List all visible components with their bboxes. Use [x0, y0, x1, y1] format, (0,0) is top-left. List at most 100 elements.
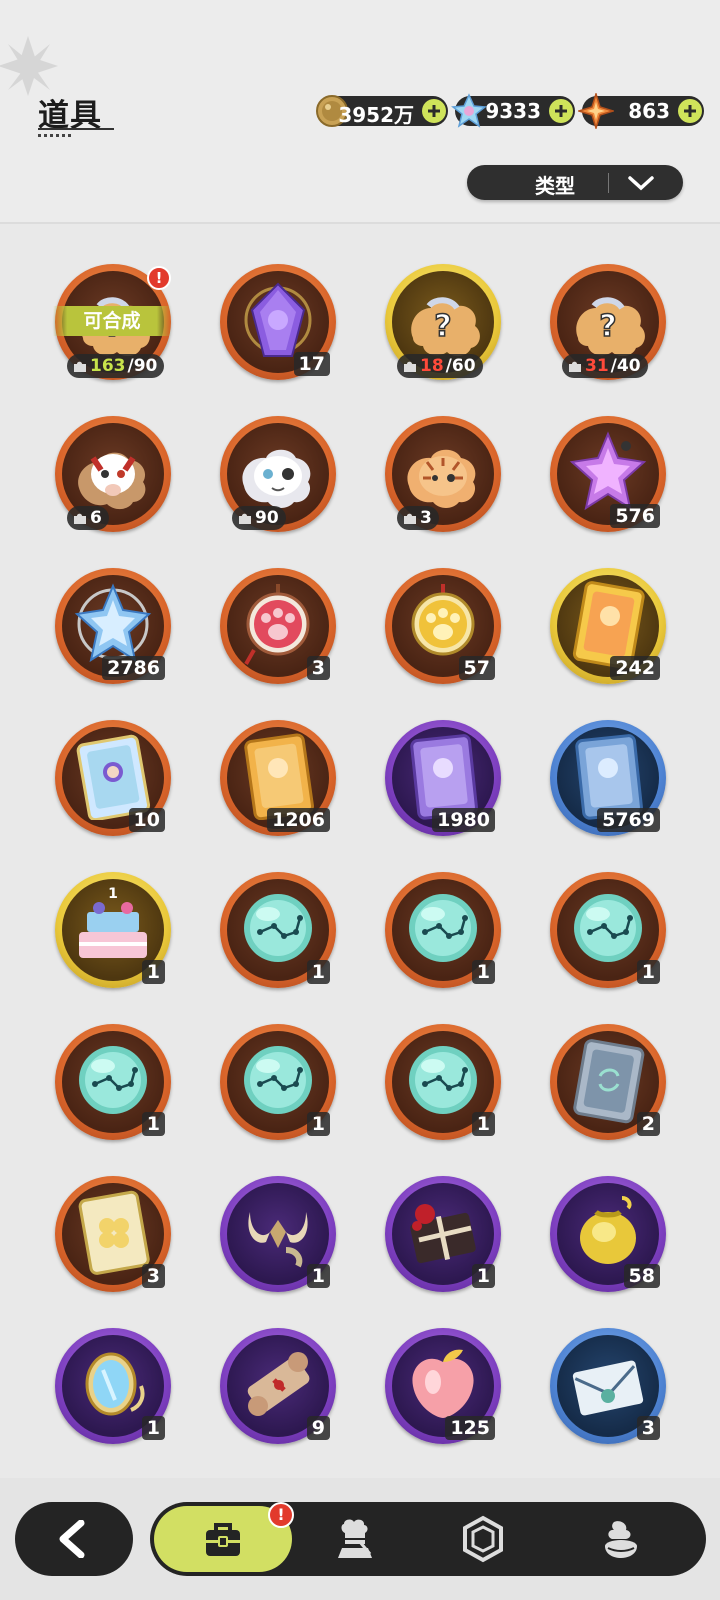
item-slot[interactable]: 1	[220, 1176, 336, 1292]
item-slot[interactable]: 576	[550, 416, 666, 532]
item-slot[interactable]: 57	[385, 568, 501, 684]
gold-character-card-icon	[572, 581, 645, 668]
mystery-puzzle-icon: ?	[411, 297, 480, 357]
tab-bar	[150, 1502, 706, 1576]
fragment-owned: 163	[90, 356, 126, 376]
item-count: 9	[306, 1416, 330, 1440]
peach-icon	[412, 1349, 474, 1418]
birthday-cake-icon: 1	[79, 886, 147, 958]
clover-card-icon	[78, 1190, 150, 1275]
sort-label: 类型	[535, 174, 575, 198]
puzzle-piece-icon	[239, 513, 251, 524]
item-slot[interactable]: 3	[55, 1176, 171, 1292]
blue-character-card-icon	[575, 734, 643, 820]
item-slot[interactable]: 10	[55, 720, 171, 836]
item-slot[interactable]: 3	[550, 1328, 666, 1444]
item-slot[interactable]: 9	[220, 1328, 336, 1444]
puzzle-piece-icon	[569, 361, 581, 372]
item-count: 1	[471, 960, 495, 984]
plus-icon	[428, 105, 440, 117]
item-count: 1	[141, 960, 165, 984]
item-count: 3	[636, 1416, 660, 1440]
fragment-required: /90	[127, 356, 158, 376]
item-slot[interactable]: 11	[55, 872, 171, 988]
svg-text:?: ?	[599, 309, 616, 344]
item-slot[interactable]: ?可合成!163/90	[53, 264, 171, 380]
constellation-orb-icon	[409, 1046, 477, 1114]
fragment-count: 3	[397, 506, 439, 530]
sort-divider	[608, 173, 609, 193]
item-count: 1980	[432, 808, 495, 832]
magic-mirror-icon	[85, 1352, 145, 1416]
add-crystal-button[interactable]	[549, 99, 573, 123]
item-slot[interactable]: 2786	[55, 568, 171, 684]
svg-text:?: ?	[434, 309, 451, 344]
item-slot[interactable]: 2	[550, 1024, 666, 1140]
item-count: 57	[458, 656, 495, 680]
fragment-count: 163/90	[67, 354, 165, 378]
white-cat-puzzle-icon	[242, 449, 311, 508]
item-slot[interactable]: ? 18/60	[385, 264, 501, 380]
item-slot[interactable]: 17	[220, 264, 336, 380]
item-count: 1	[141, 1112, 165, 1136]
tab-chef[interactable]	[318, 1506, 388, 1572]
chef-icon	[338, 1519, 372, 1558]
letter-icon	[572, 1360, 644, 1416]
item-slot[interactable]: 1	[220, 1024, 336, 1140]
item-slot[interactable]: 1	[550, 872, 666, 988]
constellation-orb-icon	[244, 894, 312, 962]
fox-puzzle-icon	[78, 452, 146, 510]
purple-crystal-icon	[244, 282, 312, 357]
bag-icon	[206, 1523, 240, 1556]
back-button[interactable]	[15, 1502, 133, 1576]
item-slot[interactable]: 1	[55, 1328, 171, 1444]
puzzle-piece-icon	[404, 361, 416, 372]
title-dots	[38, 134, 74, 137]
item-count: 58	[623, 1264, 660, 1288]
item-slot[interactable]: 90	[220, 416, 336, 532]
crystal-icon	[451, 93, 487, 128]
item-slot[interactable]: 242	[550, 568, 666, 684]
item-slot[interactable]: 58	[550, 1176, 666, 1292]
item-slot[interactable]: 1	[385, 872, 501, 988]
add-star-shard-button[interactable]	[678, 99, 702, 123]
item-count: 1	[636, 960, 660, 984]
item-count: 2	[636, 1112, 660, 1136]
fragment-required: /60	[445, 356, 476, 376]
item-slot[interactable]: 1	[55, 1024, 171, 1140]
scroll-icon	[247, 1352, 310, 1416]
fragment-owned: 31	[585, 356, 609, 376]
fragment-count: 18/60	[397, 354, 483, 378]
puzzle-piece-icon	[74, 513, 86, 524]
item-count: 125	[445, 1416, 495, 1440]
item-slot[interactable]: 6	[55, 416, 171, 532]
item-slot[interactable]: 1	[385, 1024, 501, 1140]
tab-dessert[interactable]	[578, 1506, 658, 1572]
item-slot[interactable]: 5769	[550, 720, 666, 836]
sort-type-dropdown[interactable]: 类型	[467, 165, 683, 200]
header: 道具 3952万 9333 863 类型	[0, 0, 720, 224]
constellation-orb-icon	[574, 894, 642, 962]
tiger-cat-puzzle-icon	[407, 449, 476, 508]
constellation-orb-icon	[409, 894, 477, 962]
item-slot[interactable]: 3	[220, 568, 336, 684]
plus-icon	[555, 105, 567, 117]
tab-gem[interactable]	[448, 1506, 518, 1572]
rainbow-character-card-icon	[76, 734, 151, 820]
item-slot[interactable]: 1	[385, 1176, 501, 1292]
puzzle-piece-icon	[404, 513, 416, 524]
item-count: 1	[471, 1264, 495, 1288]
item-slot[interactable]: ? 31/40	[550, 264, 666, 380]
star-shard-icon	[578, 93, 614, 129]
add-gold-button[interactable]	[422, 99, 446, 123]
item-slot[interactable]: 125	[385, 1328, 501, 1444]
item-slot[interactable]: 3	[385, 416, 501, 532]
item-slot[interactable]: 1206	[220, 720, 336, 836]
currency-gold: 3952万	[316, 95, 448, 127]
item-slot[interactable]: 1	[220, 872, 336, 988]
gold-value: 3952万	[338, 103, 414, 127]
item-count: 3	[141, 1264, 165, 1288]
item-slot[interactable]: 1980	[385, 720, 501, 836]
currency-crystal: 9333	[451, 93, 575, 128]
item-count: 576	[610, 504, 660, 528]
